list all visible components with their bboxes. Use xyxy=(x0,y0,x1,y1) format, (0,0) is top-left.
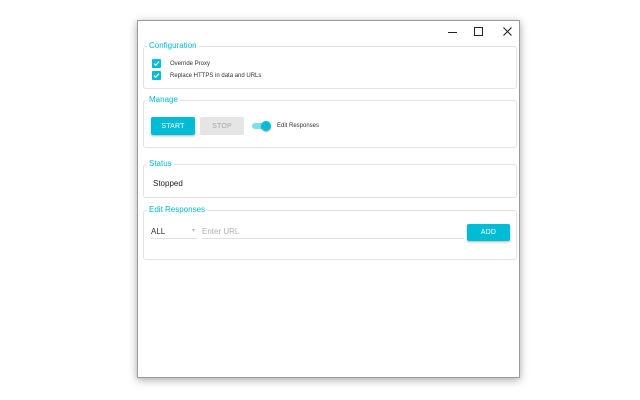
chevron-down-icon: ▾ xyxy=(191,228,195,234)
edit-responses-toggle-label: Edit Responses xyxy=(277,123,320,129)
toggle-knob xyxy=(261,121,271,131)
edit-responses-title: Edit Responses xyxy=(147,205,208,215)
override-proxy-checkbox[interactable] xyxy=(152,59,161,68)
title-bar xyxy=(138,21,519,41)
stop-button[interactable]: STOP xyxy=(200,117,244,135)
add-button[interactable]: ADD xyxy=(467,224,510,241)
method-select-value: ALL xyxy=(151,227,166,236)
status-group: Status Stopped xyxy=(143,159,517,198)
status-value: Stopped xyxy=(153,179,183,188)
status-title: Status xyxy=(147,159,174,169)
configuration-title: Configuration xyxy=(147,41,199,51)
app-window: Configuration Override Proxy Replace HTT… xyxy=(137,20,520,378)
configuration-group: Configuration Override Proxy Replace HTT… xyxy=(143,41,517,89)
url-input[interactable] xyxy=(202,225,464,239)
replace-https-label: Replace HTTPS in data and URLs xyxy=(170,72,262,79)
override-proxy-label: Override Proxy xyxy=(170,60,211,67)
manage-group: Manage START STOP Edit Responses xyxy=(143,95,517,148)
checkmark-icon xyxy=(153,61,160,67)
override-proxy-option[interactable]: Override Proxy xyxy=(152,58,210,69)
replace-https-option[interactable]: Replace HTTPS in data and URLs xyxy=(152,70,261,81)
checkmark-icon xyxy=(153,73,160,79)
method-select[interactable]: ALL ▾ xyxy=(151,225,197,239)
replace-https-checkbox[interactable] xyxy=(152,71,161,80)
start-button[interactable]: START xyxy=(151,117,195,135)
maximize-icon[interactable] xyxy=(463,21,493,41)
manage-title: Manage xyxy=(147,95,180,105)
edit-responses-toggle[interactable] xyxy=(251,121,271,131)
edit-responses-group: Edit Responses ALL ▾ ADD xyxy=(143,205,517,260)
close-icon[interactable] xyxy=(492,21,522,41)
